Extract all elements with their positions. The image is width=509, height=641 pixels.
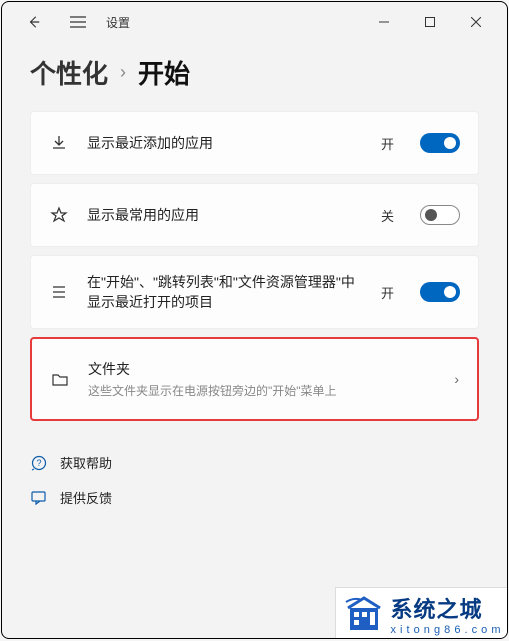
- star-icon: [49, 206, 69, 224]
- link-label: 提供反馈: [60, 488, 112, 507]
- download-icon: [49, 134, 69, 152]
- chevron-right-icon: ›: [454, 371, 459, 387]
- breadcrumb: 个性化 › 开始: [2, 42, 507, 111]
- hamburger-icon: [70, 16, 86, 28]
- toggle-state-label: 开: [381, 283, 394, 302]
- feedback-icon: [30, 490, 48, 506]
- list-icon: [49, 283, 69, 301]
- settings-list: 显示最近添加的应用开显示最常用的应用关在"开始"、"跳转列表"和"文件资源管理器…: [2, 111, 507, 421]
- toggle-switch[interactable]: [420, 205, 460, 225]
- setting-title: 显示最常用的应用: [87, 205, 363, 225]
- toggle-switch[interactable]: [420, 282, 460, 302]
- svg-text:?: ?: [36, 458, 41, 468]
- chevron-right-icon: ›: [120, 62, 126, 83]
- watermark-title: 系统之城: [390, 592, 501, 624]
- breadcrumb-parent[interactable]: 个性化: [30, 54, 108, 91]
- watermark-logo-icon: [342, 592, 386, 636]
- toggle-switch[interactable]: [420, 133, 460, 153]
- give-feedback-link[interactable]: 提供反馈: [30, 480, 479, 515]
- back-button[interactable]: [18, 6, 50, 38]
- setting-nav-row[interactable]: 文件夹这些文件夹显示在电源按钮旁边的"开始"菜单上 ›: [30, 337, 479, 421]
- minimize-icon: [379, 17, 389, 27]
- get-help-link[interactable]: ? 获取帮助: [30, 445, 479, 480]
- maximize-icon: [425, 17, 435, 27]
- minimize-button[interactable]: [361, 6, 407, 38]
- maximize-button[interactable]: [407, 6, 453, 38]
- app-title: 设置: [106, 14, 130, 31]
- setting-title: 文件夹: [88, 359, 436, 379]
- setting-title: 显示最近添加的应用: [87, 133, 363, 153]
- setting-toggle-row: 显示最常用的应用关: [30, 183, 479, 247]
- setting-subtitle: 这些文件夹显示在电源按钮旁边的"开始"菜单上: [88, 382, 436, 399]
- nav-menu-button[interactable]: [62, 6, 94, 38]
- close-icon: [471, 17, 481, 27]
- watermark-url: x i t o n g 8 6 . c o m: [390, 624, 501, 636]
- setting-title: 在"开始"、"跳转列表"和"文件资源管理器"中显示最近打开的项目: [87, 272, 363, 312]
- watermark: 系统之城 x i t o n g 8 6 . c o m: [335, 587, 507, 638]
- link-label: 获取帮助: [60, 453, 112, 472]
- toggle-state-label: 关: [381, 206, 394, 225]
- folder-icon: [50, 370, 70, 388]
- setting-toggle-row: 显示最近添加的应用开: [30, 111, 479, 175]
- setting-toggle-row: 在"开始"、"跳转列表"和"文件资源管理器"中显示最近打开的项目开: [30, 255, 479, 329]
- breadcrumb-current: 开始: [138, 54, 190, 91]
- help-icon: ?: [30, 455, 48, 471]
- toggle-state-label: 开: [381, 134, 394, 153]
- arrow-left-icon: [27, 15, 41, 29]
- close-button[interactable]: [453, 6, 499, 38]
